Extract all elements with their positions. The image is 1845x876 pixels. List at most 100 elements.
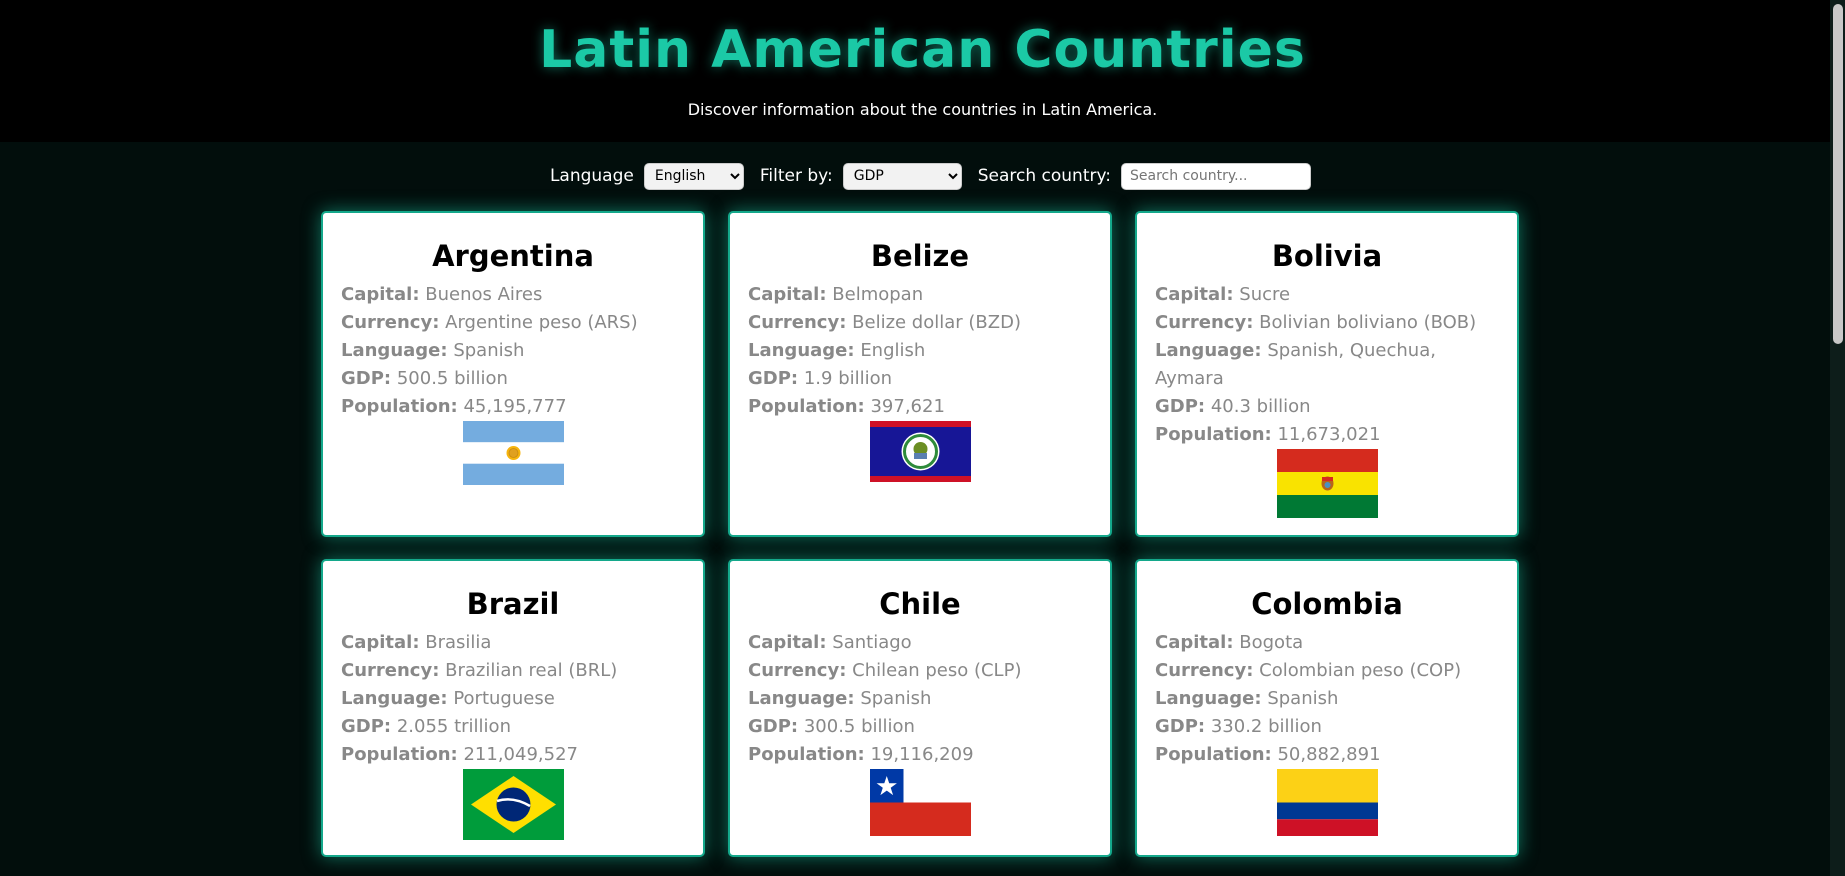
- scrollbar-thumb[interactable]: [1833, 4, 1843, 344]
- population-value: 397,621: [870, 396, 945, 417]
- page-scrollbar[interactable]: [1830, 0, 1845, 876]
- page-header: Latin American Countries Discover inform…: [0, 0, 1845, 142]
- capital-row: Capital: Santiago: [748, 629, 1092, 657]
- language-row: Language: Spanish, Quechua, Aymara: [1155, 337, 1499, 393]
- belize-flag: [869, 421, 971, 482]
- gdp-value: 330.2 billion: [1210, 716, 1322, 737]
- country-card-chile[interactable]: Chile Capital: Santiago Currency: Chilea…: [728, 559, 1112, 857]
- population-row: Population: 45,195,777: [341, 393, 685, 421]
- country-name: Argentina: [432, 239, 594, 273]
- population-value: 50,882,891: [1277, 744, 1381, 765]
- capital-label: Capital:: [748, 632, 827, 653]
- currency-value: Bolivian boliviano (BOB): [1259, 312, 1477, 333]
- country-card-colombia[interactable]: Colombia Capital: Bogota Currency: Colom…: [1135, 559, 1519, 857]
- currency-label: Currency:: [748, 660, 847, 681]
- language-value: Portuguese: [453, 688, 555, 709]
- gdp-row: GDP: 1.9 billion: [748, 365, 1092, 393]
- population-row: Population: 19,116,209: [748, 741, 1092, 769]
- capital-value: Sucre: [1239, 284, 1291, 305]
- colombia-flag: [1276, 769, 1378, 836]
- language-row: Language: Spanish: [1155, 685, 1499, 713]
- filter-select[interactable]: GDP: [842, 162, 962, 190]
- country-card-brazil[interactable]: Brazil Capital: Brasilia Currency: Brazi…: [321, 559, 705, 857]
- currency-value: Brazilian real (BRL): [445, 660, 618, 681]
- country-name: Belize: [870, 239, 970, 273]
- population-label: Population:: [341, 396, 458, 417]
- language-field-label: Language:: [748, 688, 855, 709]
- capital-value: Bogota: [1239, 632, 1304, 653]
- currency-value: Argentine peso (ARS): [445, 312, 638, 333]
- capital-value: Belmopan: [832, 284, 924, 305]
- population-value: 211,049,527: [463, 744, 578, 765]
- currency-label: Currency:: [748, 312, 847, 333]
- gdp-value: 2.055 trillion: [396, 716, 511, 737]
- language-row: Language: Spanish: [748, 685, 1092, 713]
- language-field-label: Language:: [341, 688, 448, 709]
- language-field-label: Language:: [1155, 688, 1262, 709]
- currency-row: Currency: Bolivian boliviano (BOB): [1155, 309, 1499, 337]
- search-label: Search country:: [977, 166, 1112, 186]
- capital-row: Capital: Brasilia: [341, 629, 685, 657]
- currency-label: Currency:: [341, 312, 440, 333]
- filter-label: Filter by:: [759, 166, 833, 186]
- gdp-label: GDP:: [748, 716, 799, 737]
- population-label: Population:: [1155, 744, 1272, 765]
- language-select[interactable]: English: [643, 162, 744, 190]
- population-row: Population: 397,621: [748, 393, 1092, 421]
- currency-value: Chilean peso (CLP): [852, 660, 1022, 681]
- language-row: Language: Spanish: [341, 337, 685, 365]
- capital-label: Capital:: [341, 284, 420, 305]
- language-field-label: Language:: [341, 340, 448, 361]
- population-value: 19,116,209: [870, 744, 974, 765]
- gdp-value: 1.9 billion: [803, 368, 893, 389]
- language-field-label: Language:: [748, 340, 855, 361]
- country-card-belize[interactable]: Belize Capital: Belmopan Currency: Beliz…: [728, 211, 1112, 537]
- capital-label: Capital:: [341, 632, 420, 653]
- language-value: English: [860, 340, 926, 361]
- language-value: Spanish: [1267, 688, 1339, 709]
- controls-bar: Language English Filter by: GDP Search c…: [0, 142, 1845, 210]
- capital-value: Buenos Aires: [425, 284, 543, 305]
- country-grid: Argentina Capital: Buenos Aires Currency…: [321, 211, 1519, 857]
- language-label: Language: [549, 166, 634, 186]
- population-row: Population: 211,049,527: [341, 741, 685, 769]
- gdp-label: GDP:: [1155, 716, 1206, 737]
- currency-value: Belize dollar (BZD): [852, 312, 1021, 333]
- gdp-row: GDP: 500.5 billion: [341, 365, 685, 393]
- page-subtitle: Discover information about the countries…: [687, 100, 1158, 119]
- currency-row: Currency: Chilean peso (CLP): [748, 657, 1092, 685]
- brazil-flag: [462, 769, 564, 840]
- capital-row: Capital: Bogota: [1155, 629, 1499, 657]
- gdp-row: GDP: 2.055 trillion: [341, 713, 685, 741]
- currency-row: Currency: Argentine peso (ARS): [341, 309, 685, 337]
- country-card-bolivia[interactable]: Bolivia Capital: Sucre Currency: Bolivia…: [1135, 211, 1519, 537]
- language-value: Spanish: [860, 688, 932, 709]
- population-value: 45,195,777: [463, 396, 567, 417]
- capital-label: Capital:: [748, 284, 827, 305]
- gdp-row: GDP: 300.5 billion: [748, 713, 1092, 741]
- country-name: Chile: [879, 587, 961, 621]
- capital-value: Brasilia: [425, 632, 492, 653]
- chile-flag: [869, 769, 971, 836]
- country-name: Colombia: [1251, 587, 1403, 621]
- gdp-value: 500.5 billion: [396, 368, 508, 389]
- argentina-flag: [462, 421, 564, 485]
- currency-label: Currency:: [1155, 660, 1254, 681]
- capital-label: Capital:: [1155, 632, 1234, 653]
- country-name: Bolivia: [1271, 239, 1383, 273]
- gdp-row: GDP: 330.2 billion: [1155, 713, 1499, 741]
- country-card-argentina[interactable]: Argentina Capital: Buenos Aires Currency…: [321, 211, 705, 537]
- currency-row: Currency: Brazilian real (BRL): [341, 657, 685, 685]
- population-value: 11,673,021: [1277, 424, 1381, 445]
- gdp-label: GDP:: [341, 368, 392, 389]
- gdp-row: GDP: 40.3 billion: [1155, 393, 1499, 421]
- currency-row: Currency: Colombian peso (COP): [1155, 657, 1499, 685]
- capital-value: Santiago: [832, 632, 912, 653]
- population-label: Population:: [1155, 424, 1272, 445]
- currency-label: Currency:: [341, 660, 440, 681]
- gdp-label: GDP:: [1155, 396, 1206, 417]
- currency-row: Currency: Belize dollar (BZD): [748, 309, 1092, 337]
- search-input[interactable]: [1121, 162, 1312, 190]
- language-field-label: Language:: [1155, 340, 1262, 361]
- population-row: Population: 11,673,021: [1155, 421, 1499, 449]
